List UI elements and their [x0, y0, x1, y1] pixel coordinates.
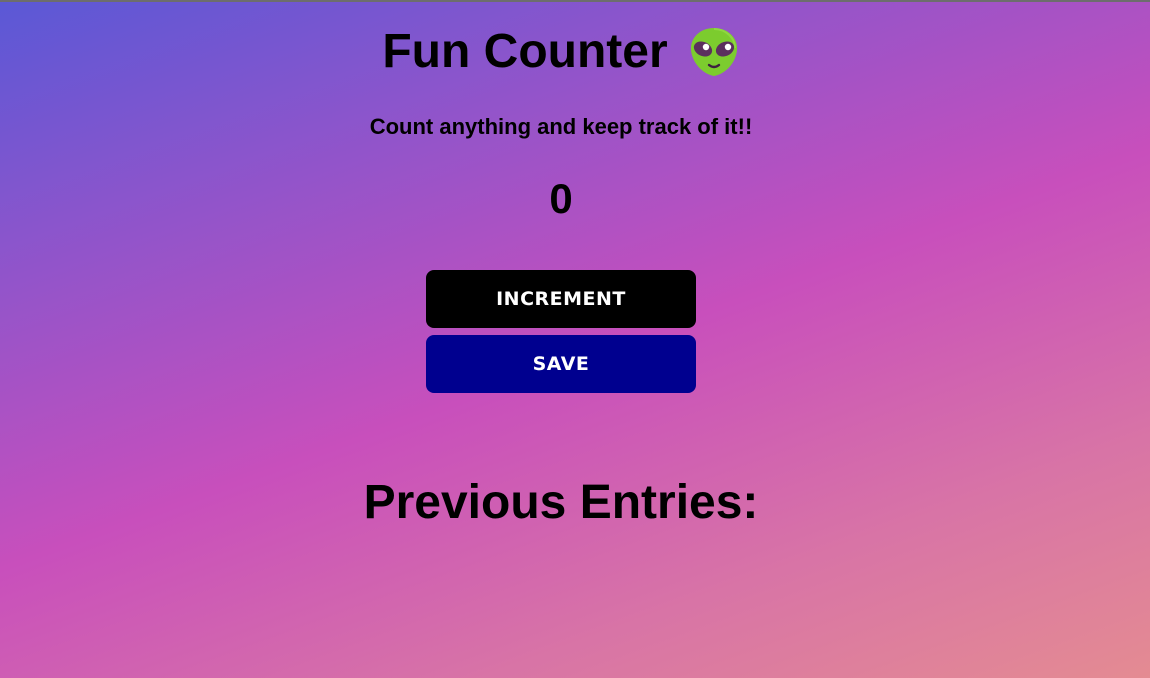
previous-entries-heading: Previous Entries: — [363, 476, 759, 529]
subtitle: Count anything and keep track of it!! — [369, 114, 753, 139]
page-title: Fun Counter — [0, 24, 1122, 80]
increment-button[interactable]: INCREMENT — [426, 270, 696, 328]
page-title-text: Fun Counter — [382, 25, 668, 78]
alien-icon — [688, 26, 740, 78]
save-button[interactable]: SAVE — [426, 335, 696, 393]
counter-value: 0 — [549, 175, 573, 222]
window-top-border — [0, 0, 1150, 2]
